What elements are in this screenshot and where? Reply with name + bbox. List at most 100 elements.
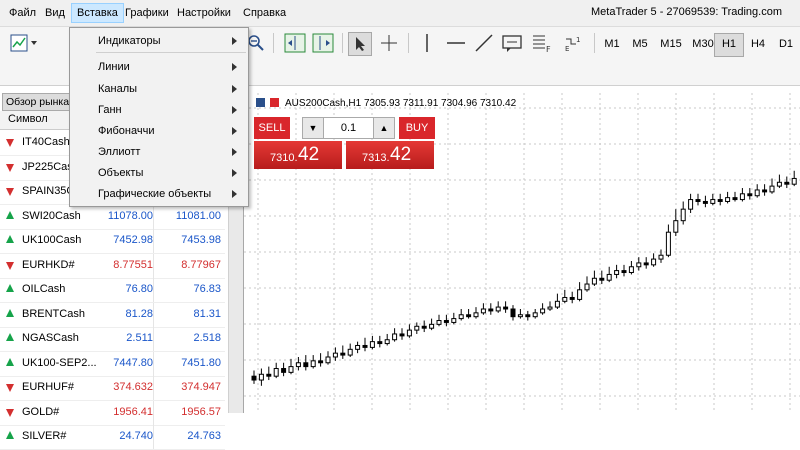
trend-line-button[interactable] xyxy=(472,32,496,54)
market-watch-row[interactable]: SILVER# 24.740 24.763 xyxy=(0,425,225,450)
horizontal-line-button[interactable] xyxy=(444,32,468,54)
menu-item-lines[interactable]: Линии xyxy=(70,56,248,78)
candle-body xyxy=(466,314,472,318)
menu-item-elliott[interactable]: Эллиотт xyxy=(70,141,248,163)
menu-item-indicators[interactable]: Индикаторы xyxy=(70,30,248,52)
elliott-wave-button[interactable]: E 1 xyxy=(562,32,586,54)
market-watch-row[interactable]: GOLD# 1956.41 1956.57 xyxy=(0,400,225,426)
menu-bar: Файл Вид Вставка Графики Настройки Справ… xyxy=(0,0,800,27)
menu-file[interactable]: Файл xyxy=(4,4,41,22)
lot-increase-button[interactable]: ▲ xyxy=(373,118,394,138)
toolbar-separator xyxy=(342,33,343,53)
menu-charts[interactable]: Графики xyxy=(120,4,174,22)
column-symbol-header[interactable]: Символ xyxy=(8,113,48,125)
market-watch-row[interactable]: EURHUF# 374.632 374.947 xyxy=(0,376,225,401)
chart-area[interactable]: AUS200Cash,H1 7305.93 7311.91 7304.96 73… xyxy=(244,93,800,413)
fibonacci-button[interactable]: F xyxy=(530,32,554,54)
row-ask: 1956.57 xyxy=(181,405,221,418)
menu-settings[interactable]: Настройки xyxy=(172,4,236,22)
row-bid: 24.740 xyxy=(119,430,153,442)
candle-body xyxy=(717,199,723,202)
zoom-out-button[interactable] xyxy=(246,32,266,54)
row-bid: 8.77551 xyxy=(113,258,153,271)
vertical-line-icon xyxy=(426,34,428,52)
arrow-up-icon xyxy=(6,431,14,439)
sell-button[interactable]: SELL xyxy=(254,117,290,139)
timeframe-d1[interactable]: D1 xyxy=(772,33,800,55)
sell-price-prefix: 7310. xyxy=(270,152,298,164)
candle-body xyxy=(355,344,361,350)
candle-body xyxy=(318,360,324,364)
candle-body xyxy=(362,344,368,348)
zoom-out-icon xyxy=(248,35,264,51)
row-ask: 7453.98 xyxy=(181,234,221,246)
text-label-button[interactable] xyxy=(500,32,524,54)
sell-price-box[interactable]: 7310. 42 xyxy=(254,141,342,169)
row-symbol: EURHKD# xyxy=(22,258,75,271)
horizontal-line-icon xyxy=(447,42,465,44)
row-symbol: SPAIN35C xyxy=(22,185,75,197)
timeframe-h1[interactable]: H1 xyxy=(714,33,744,57)
toolbar-separator xyxy=(273,33,274,53)
timeframe-m1[interactable]: M1 xyxy=(598,33,626,55)
row-ask: 2.518 xyxy=(193,332,221,344)
crosshair-button[interactable] xyxy=(378,32,400,54)
chart-window-icon xyxy=(256,98,265,107)
timeframe-m5[interactable]: M5 xyxy=(626,33,654,55)
row-bid: 2.511 xyxy=(126,332,153,344)
candle-body xyxy=(784,181,790,185)
market-watch-row[interactable]: UK100Cash 7452.98 7453.98 xyxy=(0,229,225,254)
menu-item-fibonacci[interactable]: Фибоначчи xyxy=(70,120,248,142)
candle-body xyxy=(769,185,775,193)
menu-item-channels[interactable]: Каналы xyxy=(70,78,248,100)
row-symbol: SILVER# xyxy=(22,430,67,442)
buy-price-prefix: 7313. xyxy=(362,152,390,164)
toolbar-separator xyxy=(408,33,409,53)
chart-shift-button[interactable] xyxy=(283,32,307,54)
arrow-up-icon xyxy=(6,357,14,366)
menu-item-graphic-objects[interactable]: Графические объекты xyxy=(70,183,248,205)
candle-body xyxy=(680,208,686,222)
arrow-down-icon xyxy=(6,163,14,172)
buy-button[interactable]: BUY xyxy=(399,117,435,139)
timeframe-h4[interactable]: H4 xyxy=(744,33,772,55)
candle-body xyxy=(458,314,464,320)
column-divider xyxy=(153,327,154,351)
market-watch-row[interactable]: SWI20Cash 11078.00 11081.00 xyxy=(0,204,225,230)
candle-body xyxy=(673,220,679,233)
arrow-up-icon xyxy=(6,284,14,292)
new-chart-button[interactable] xyxy=(8,32,40,54)
buy-price-box[interactable]: 7313. 42 xyxy=(346,141,434,169)
timeframe-m15[interactable]: M15 xyxy=(656,33,686,55)
market-watch-row[interactable]: EURHKD# 8.77551 8.77967 xyxy=(0,253,225,279)
lot-size-input[interactable]: 0.1 xyxy=(323,118,374,138)
chevron-right-icon xyxy=(232,127,237,135)
candle-body xyxy=(325,356,331,364)
candle-body xyxy=(525,314,531,318)
candle-body xyxy=(725,197,731,202)
candle-body xyxy=(251,375,257,381)
candle-body xyxy=(569,296,575,300)
row-bid: 374.632 xyxy=(113,381,153,393)
menu-item-objects[interactable]: Объекты xyxy=(70,162,248,184)
market-watch-row[interactable]: UK100-SEP2... 7447.80 7451.80 xyxy=(0,351,225,377)
menu-item-gann[interactable]: Ганн xyxy=(70,99,248,121)
menu-insert[interactable]: Вставка xyxy=(71,3,124,23)
candle-body xyxy=(340,352,346,356)
market-watch-row[interactable]: OILCash 76.80 76.83 xyxy=(0,278,225,303)
candle-body xyxy=(628,266,634,274)
lot-decrease-button[interactable]: ▼ xyxy=(303,118,324,138)
market-watch-row[interactable]: BRENTCash 81.28 81.31 xyxy=(0,302,225,328)
candle-body xyxy=(621,270,627,274)
menu-view[interactable]: Вид xyxy=(40,4,70,22)
vertical-line-button[interactable] xyxy=(418,32,436,54)
autoscroll-button[interactable] xyxy=(311,32,335,54)
menu-item-label: Графические объекты xyxy=(98,188,212,200)
candle-body xyxy=(791,177,797,185)
row-bid: 7452.98 xyxy=(113,234,153,246)
candle-body xyxy=(258,373,264,381)
candle-body xyxy=(377,341,383,345)
market-watch-row[interactable]: NGASCash 2.511 2.518 xyxy=(0,327,225,352)
cursor-button[interactable] xyxy=(348,32,372,56)
menu-help[interactable]: Справка xyxy=(238,4,291,22)
